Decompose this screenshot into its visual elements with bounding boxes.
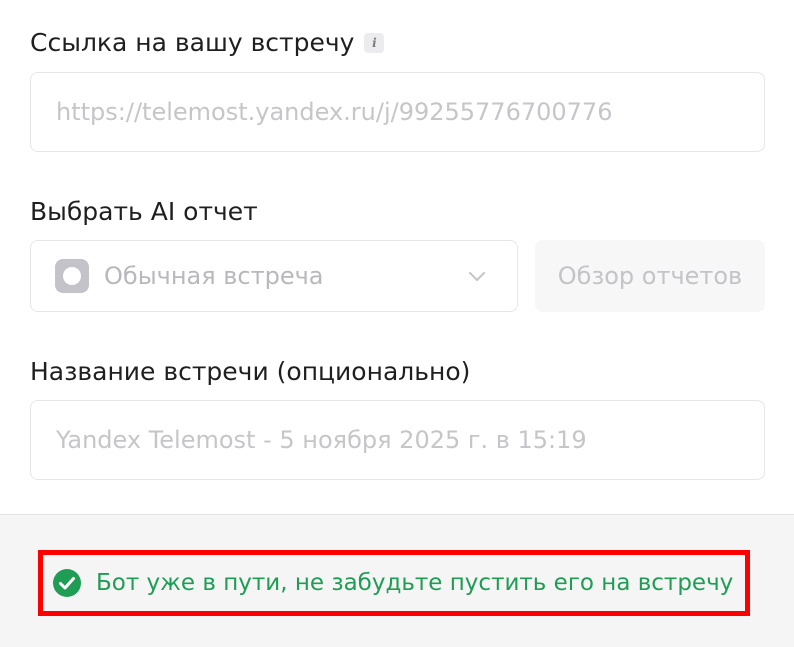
ai-report-selected-value: Обычная встреча (104, 262, 324, 290)
ai-report-select[interactable]: Обычная встреча (30, 240, 518, 312)
check-circle-icon (53, 569, 81, 597)
info-icon[interactable]: i (364, 32, 385, 53)
meeting-link-input[interactable] (56, 98, 764, 126)
meeting-name-field[interactable] (30, 400, 765, 480)
meeting-name-label-text: Название встречи (опционально) (30, 357, 471, 386)
ai-report-label-text: Выбрать AI отчет (30, 197, 258, 226)
ai-report-label: Выбрать AI отчет (30, 197, 258, 226)
reports-overview-button[interactable]: Обзор отчетов (535, 240, 765, 312)
record-icon (55, 259, 89, 293)
status-message: Бот уже в пути, не забудьте пустить его … (96, 570, 734, 596)
meeting-link-label: Ссылка на вашу встречу i (30, 28, 385, 57)
meeting-name-input[interactable] (56, 426, 764, 454)
status-message-box: Бот уже в пути, не забудьте пустить его … (38, 550, 750, 616)
meeting-link-field[interactable] (30, 72, 765, 152)
meeting-form: Ссылка на вашу встречу i Выбрать AI отче… (0, 0, 794, 514)
meeting-name-label: Название встречи (опционально) (30, 357, 470, 386)
chevron-down-icon (469, 272, 485, 281)
meeting-link-label-text: Ссылка на вашу встречу (30, 28, 355, 57)
